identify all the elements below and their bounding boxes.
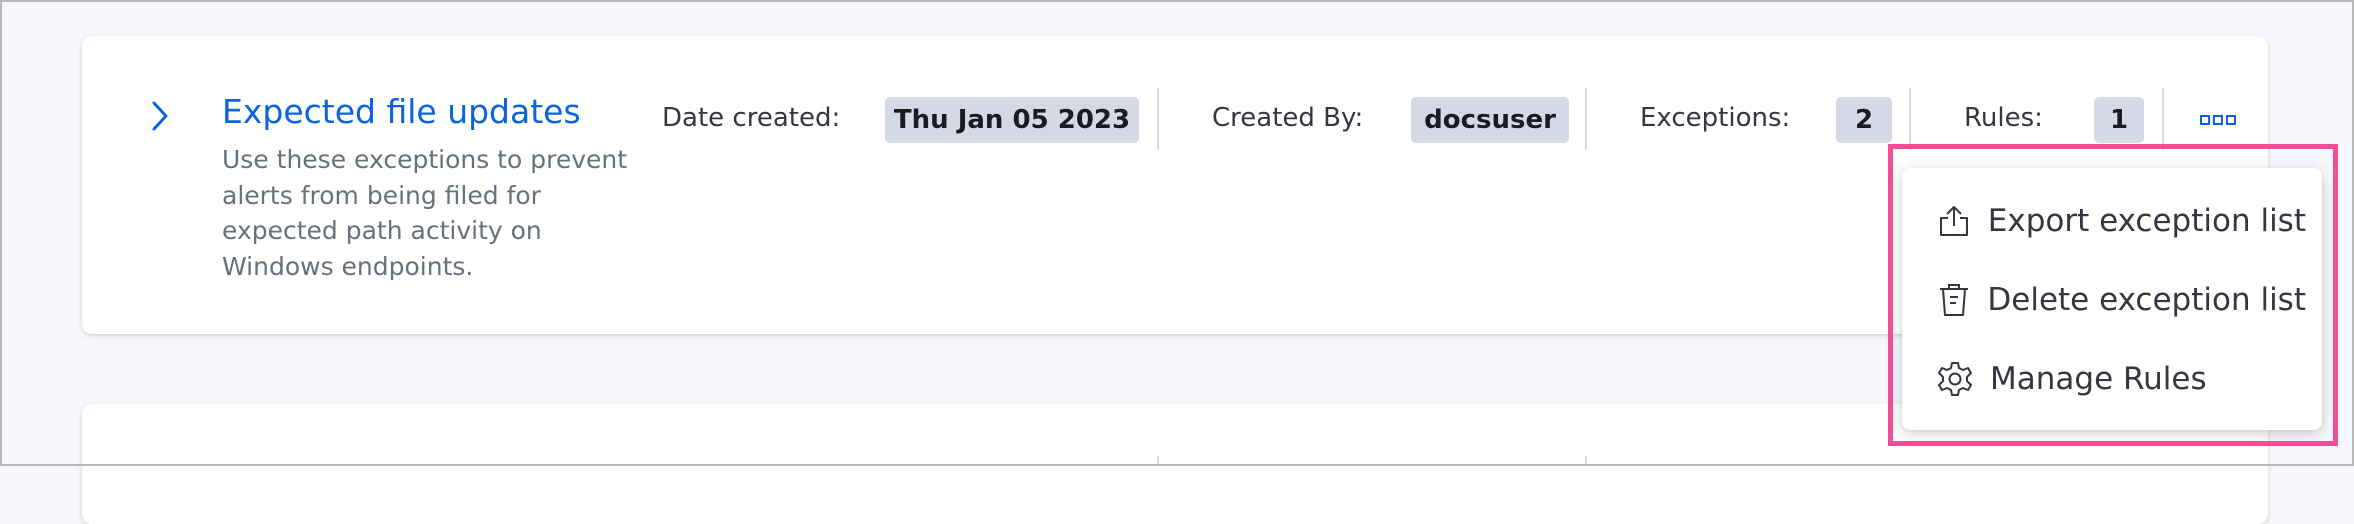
gear-icon bbox=[1936, 360, 1974, 398]
menu-item-label: Export exception list bbox=[1987, 203, 2306, 239]
rules-label: Rules: bbox=[1964, 103, 2043, 133]
created-by-badge: docsuser bbox=[1411, 97, 1569, 143]
exception-list-description: Use these exceptions to prevent alerts f… bbox=[222, 145, 628, 281]
date-created-badge: Thu Jan 05 2023 bbox=[885, 97, 1139, 143]
divider bbox=[1157, 456, 1159, 466]
divider bbox=[1585, 456, 1587, 466]
created-by-label: Created By: bbox=[1212, 103, 1364, 133]
exception-list-title[interactable]: Expected file updates bbox=[222, 92, 581, 131]
trash-icon bbox=[1936, 281, 1971, 319]
divider bbox=[1157, 88, 1159, 150]
divider bbox=[1585, 88, 1587, 150]
expand-row-button[interactable] bbox=[146, 98, 174, 134]
export-icon bbox=[1936, 202, 1972, 240]
exceptions-label: Exceptions: bbox=[1640, 103, 1791, 133]
export-exception-list-item[interactable]: Export exception list bbox=[1936, 193, 2306, 249]
date-created-label: Date created: bbox=[662, 103, 841, 133]
delete-exception-list-item[interactable]: Delete exception list bbox=[1936, 272, 2306, 328]
rules-count-badge: 1 bbox=[2094, 97, 2144, 143]
divider bbox=[2162, 88, 2164, 150]
divider bbox=[1909, 88, 1911, 150]
exceptions-count-badge: 2 bbox=[1836, 97, 1892, 143]
menu-item-label: Delete exception list bbox=[1987, 282, 2306, 318]
manage-rules-item[interactable]: Manage Rules bbox=[1936, 351, 2306, 407]
menu-item-label: Manage Rules bbox=[1990, 361, 2207, 397]
chevron-right-icon bbox=[152, 101, 168, 131]
ellipsis-icon bbox=[2200, 115, 2236, 125]
more-actions-button[interactable] bbox=[2196, 105, 2240, 135]
